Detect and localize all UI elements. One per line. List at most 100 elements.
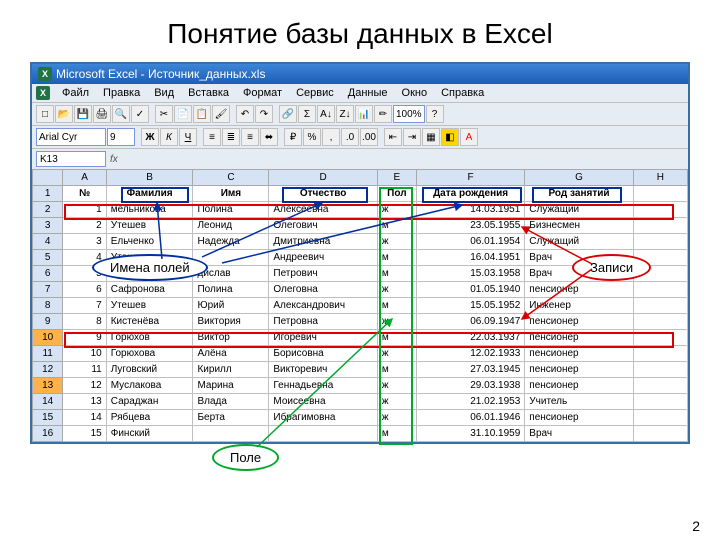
cell[interactable]: Олеговна [269, 282, 377, 298]
cell[interactable]: Игоревич [269, 330, 377, 346]
cell[interactable]: Горюхова [106, 346, 193, 362]
cell[interactable]: 3 [63, 234, 106, 250]
cell[interactable]: 5 [63, 266, 106, 282]
cell[interactable]: Врач [525, 426, 633, 442]
cell[interactable]: 1 [63, 202, 106, 218]
cell[interactable]: 13 [63, 394, 106, 410]
sort-asc-icon[interactable]: A↓ [317, 105, 335, 123]
italic-icon[interactable]: К [160, 128, 178, 146]
font-combo[interactable]: Arial Cyr [36, 128, 106, 146]
cell[interactable]: 29.03.1938 [416, 378, 524, 394]
cell[interactable]: Андреевич [269, 250, 377, 266]
row-header[interactable]: 15 [33, 410, 63, 426]
chart-icon[interactable]: 📊 [355, 105, 373, 123]
menu-window[interactable]: Окно [396, 86, 434, 100]
cell[interactable] [633, 346, 687, 362]
menu-data[interactable]: Данные [342, 86, 394, 100]
help-icon[interactable]: ? [426, 105, 444, 123]
cell[interactable]: Олегович [269, 218, 377, 234]
cell[interactable]: Петрович [269, 266, 377, 282]
cell[interactable] [106, 266, 193, 282]
row-header[interactable]: 4 [33, 234, 63, 250]
cell[interactable]: Моисеевна [269, 394, 377, 410]
new-icon[interactable]: □ [36, 105, 54, 123]
inc-dec-icon[interactable]: .0 [341, 128, 359, 146]
spreadsheet-grid[interactable]: A B C D E F G H 1 № Фамилия Имя Отчество… [32, 169, 688, 442]
row-h1[interactable]: 1 [33, 186, 63, 202]
cell[interactable] [633, 362, 687, 378]
col-E[interactable]: E [377, 170, 416, 186]
cell[interactable] [633, 218, 687, 234]
cell[interactable]: Рябцева [106, 410, 193, 426]
cell[interactable]: Бизнесмен [525, 218, 633, 234]
cell[interactable]: 15 [63, 426, 106, 442]
cell[interactable]: пенсионер [525, 314, 633, 330]
cell[interactable]: 8 [63, 314, 106, 330]
col-H[interactable]: H [633, 170, 687, 186]
cell[interactable]: ж [377, 410, 416, 426]
cell-F1[interactable]: Дата рождения [416, 186, 524, 202]
cell[interactable] [633, 410, 687, 426]
size-combo[interactable]: 9 [107, 128, 135, 146]
cell[interactable]: 23.05.1955 [416, 218, 524, 234]
cell[interactable]: Алёна [193, 346, 269, 362]
cell[interactable]: Учитель [525, 394, 633, 410]
menu-edit[interactable]: Правка [97, 86, 146, 100]
name-box[interactable] [36, 151, 106, 167]
table-row[interactable]: 98КистенёваВикторияПетровнаж06.09.1947пе… [33, 314, 688, 330]
cell[interactable]: 06.01.1946 [416, 410, 524, 426]
menu-view[interactable]: Вид [148, 86, 180, 100]
cell[interactable]: ж [377, 346, 416, 362]
underline-icon[interactable]: Ч [179, 128, 197, 146]
table-row[interactable]: 76СафроноваПолинаОлеговнаж01.05.1940пенс… [33, 282, 688, 298]
table-row[interactable]: 87УтешевЮрийАлександровичм15.05.1952Инже… [33, 298, 688, 314]
cell[interactable]: 9 [63, 330, 106, 346]
cell[interactable]: Марина [193, 378, 269, 394]
table-row[interactable]: 1211ЛуговскийКириллВикторевичм27.03.1945… [33, 362, 688, 378]
cell[interactable] [193, 426, 269, 442]
row-header[interactable]: 14 [33, 394, 63, 410]
font-color-icon[interactable]: A [460, 128, 478, 146]
cell[interactable] [633, 266, 687, 282]
cell-C1[interactable]: Имя [193, 186, 269, 202]
cell[interactable]: 12.02.1933 [416, 346, 524, 362]
cell[interactable]: 2 [63, 218, 106, 234]
dec-dec-icon[interactable]: .00 [360, 128, 378, 146]
menu-format[interactable]: Формат [237, 86, 288, 100]
zoom-combo[interactable]: 100% [393, 105, 425, 123]
cell[interactable]: м [377, 266, 416, 282]
cell[interactable]: дислав [193, 266, 269, 282]
cell-D1[interactable]: Отчество [269, 186, 377, 202]
menu-tools[interactable]: Сервис [290, 86, 340, 100]
cell[interactable]: 12 [63, 378, 106, 394]
currency-icon[interactable]: ₽ [284, 128, 302, 146]
preview-icon[interactable]: 🔍 [112, 105, 130, 123]
save-icon[interactable]: 💾 [74, 105, 92, 123]
cell[interactable]: Утешев [106, 298, 193, 314]
percent-icon[interactable]: % [303, 128, 321, 146]
cell[interactable]: Борисовна [269, 346, 377, 362]
cell[interactable]: 6 [63, 282, 106, 298]
cell[interactable]: Александрович [269, 298, 377, 314]
cell[interactable]: м [377, 426, 416, 442]
cell[interactable]: пенсионер [525, 362, 633, 378]
cell[interactable] [633, 298, 687, 314]
table-row[interactable]: 21мельниковаПолинаАлексеевнаж14.03.1951С… [33, 202, 688, 218]
cell[interactable]: Кирилл [193, 362, 269, 378]
cell[interactable]: м [377, 250, 416, 266]
cell[interactable]: Служащий [525, 202, 633, 218]
select-all[interactable] [33, 170, 63, 186]
cell[interactable]: Инженер [525, 298, 633, 314]
align-left-icon[interactable]: ≡ [203, 128, 221, 146]
col-G[interactable]: G [525, 170, 633, 186]
row-header[interactable]: 10 [33, 330, 63, 346]
cell[interactable]: 06.09.1947 [416, 314, 524, 330]
cell[interactable]: Дмитриевна [269, 234, 377, 250]
align-center-icon[interactable]: ≣ [222, 128, 240, 146]
table-row[interactable]: 109ГорюховВикторИгоревичм22.03.1937пенси… [33, 330, 688, 346]
cell[interactable]: Ельченко [106, 234, 193, 250]
cell[interactable]: 01.05.1940 [416, 282, 524, 298]
row-header[interactable]: 5 [33, 250, 63, 266]
cell[interactable]: ж [377, 282, 416, 298]
cell[interactable] [633, 282, 687, 298]
